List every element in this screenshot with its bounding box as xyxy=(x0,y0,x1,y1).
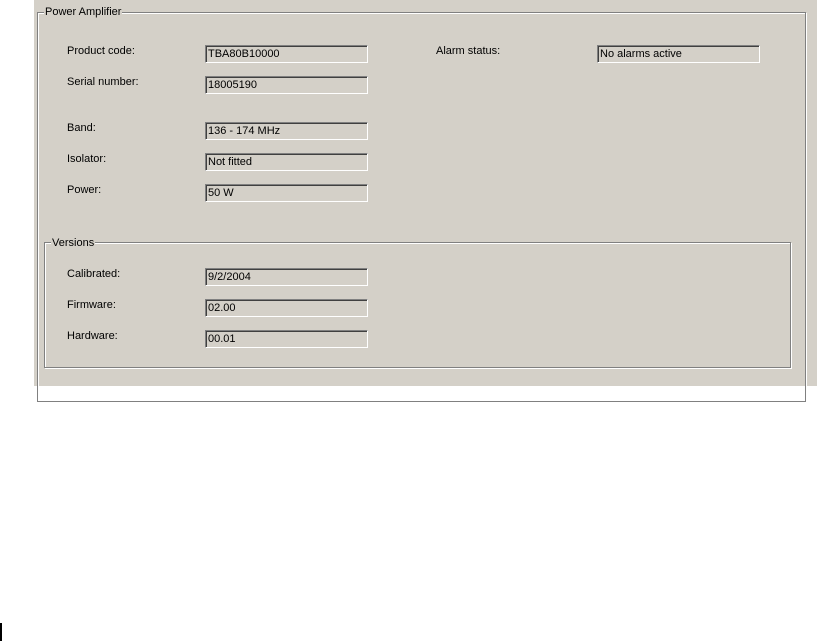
alarm-status-field: No alarms active xyxy=(597,45,760,63)
power-amplifier-title: Power Amplifier xyxy=(44,6,123,19)
calibrated-field: 9/2/2004 xyxy=(205,268,368,286)
cursor-mark xyxy=(0,623,2,641)
firmware-label: Firmware: xyxy=(67,299,116,311)
panel-edge xyxy=(33,0,34,386)
firmware-field: 02.00 xyxy=(205,299,368,317)
versions-groupbox xyxy=(44,242,791,368)
power-label: Power: xyxy=(67,184,102,196)
product-code-label: Product code: xyxy=(67,45,135,57)
serial-number-label: Serial number: xyxy=(67,76,139,88)
serial-number-field: 18005190 xyxy=(205,76,368,94)
isolator-field: Not fitted xyxy=(205,153,368,171)
product-code-field: TBA80B10000 xyxy=(205,45,368,63)
band-label: Band: xyxy=(67,122,96,134)
versions-title: Versions xyxy=(51,237,96,250)
hardware-label: Hardware: xyxy=(67,330,118,342)
isolator-label: Isolator: xyxy=(67,153,107,165)
band-field: 136 - 174 MHz xyxy=(205,122,368,140)
power-amplifier-panel: Power Amplifier Product code: TBA80B1000… xyxy=(33,0,817,402)
alarm-status-label: Alarm status: xyxy=(436,45,501,57)
power-field: 50 W xyxy=(205,184,368,202)
calibrated-label: Calibrated: xyxy=(67,268,121,280)
hardware-field: 00.01 xyxy=(205,330,368,348)
